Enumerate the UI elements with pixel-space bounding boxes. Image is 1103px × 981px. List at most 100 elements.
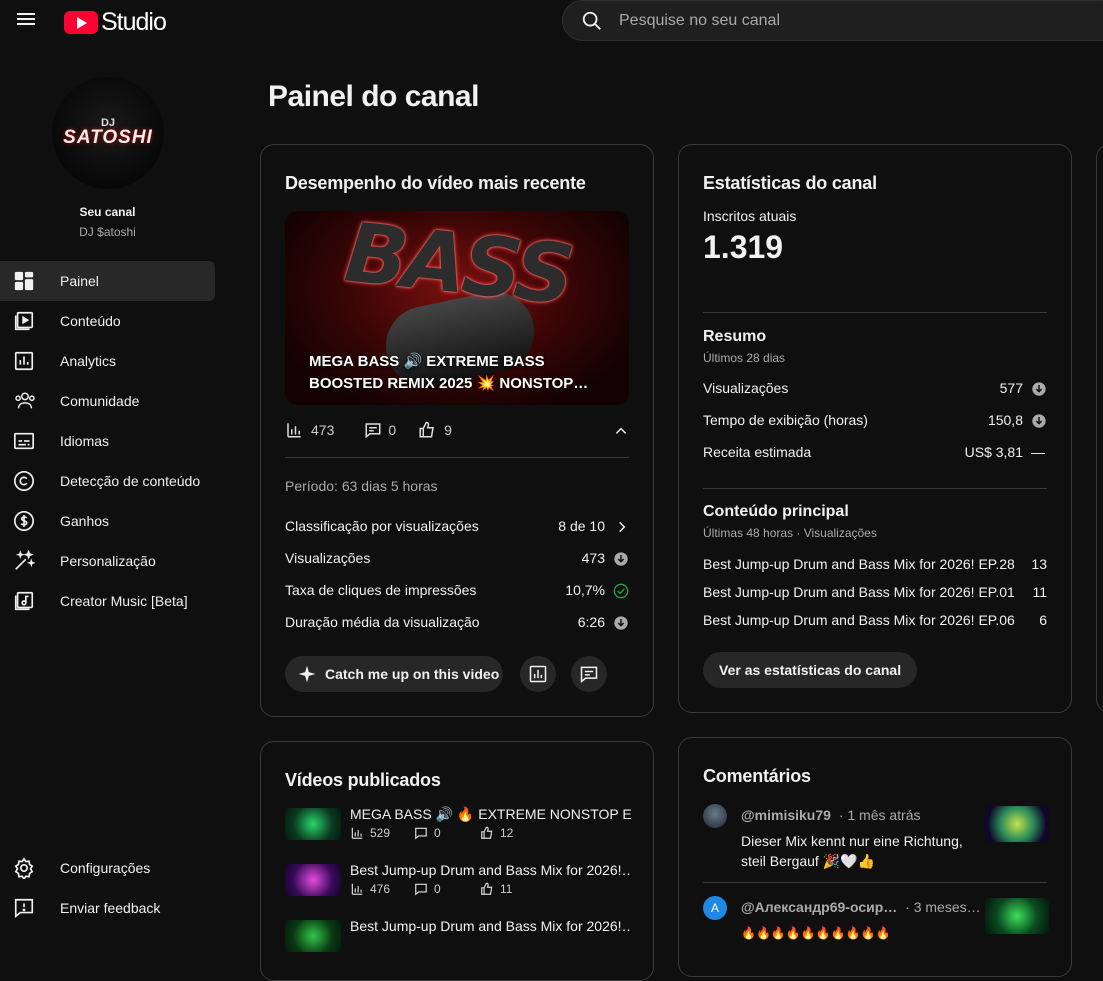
sidebar-item-label: Idiomas — [60, 433, 110, 449]
sidebar-item-label: Comunidade — [60, 393, 140, 409]
sidebar: DJ SATOSHI Seu canal DJ $atoshi Painel C… — [0, 42, 230, 940]
hamburger-menu-icon[interactable] — [14, 10, 38, 32]
catch-up-button[interactable]: Catch me up on this video — [285, 656, 503, 692]
published-video-item[interactable]: Best Jump-up Drum and Bass Mix for 2026!… — [285, 862, 631, 902]
sidebar-item-creator-music[interactable]: Creator Music [Beta] — [0, 581, 215, 621]
sidebar-item-content-detection[interactable]: Detecção de conteúdo — [0, 461, 215, 501]
thumbs-up-icon — [481, 882, 493, 895]
comments-shortcut-button[interactable] — [571, 656, 607, 692]
analytics-icon — [14, 351, 34, 371]
summary-row: Tempo de exibição (horas) 150,8 — [703, 412, 1047, 428]
feedback-icon — [14, 898, 34, 918]
sidebar-item-content[interactable]: Conteúdo — [0, 301, 215, 341]
comments-count: 0 — [388, 422, 397, 438]
sidebar-item-label: Personalização — [60, 553, 156, 569]
top-content-row[interactable]: Best Jump-up Drum and Bass Mix for 2026!… — [703, 584, 1047, 600]
sparkle-icon — [298, 665, 316, 683]
chevron-up-icon[interactable] — [613, 424, 629, 438]
comment-text: Dieser Mix kennt nur eine Richtung, stei… — [741, 833, 963, 869]
comment-time: · 3 meses… — [905, 899, 981, 915]
summary-row: Receita estimada US$ 3,81 — — [703, 444, 1047, 460]
channel-stats-card: Estatísticas do canal Inscritos atuais 1… — [678, 144, 1072, 713]
divider — [703, 882, 1047, 883]
summary-label: Tempo de exibição (horas) — [703, 412, 868, 428]
video-stats: 476 0 11 — [350, 882, 512, 896]
channel-avatar[interactable]: DJ SATOSHI — [52, 77, 164, 189]
trend-dash: — — [1031, 444, 1045, 460]
search-input[interactable] — [619, 11, 1019, 30]
metric-row[interactable]: Classificação por visualizações 8 de 10 — [285, 518, 629, 534]
sidebar-item-settings[interactable]: Configurações — [0, 848, 215, 888]
top-content-row[interactable]: Best Jump-up Drum and Bass Mix for 2026!… — [703, 612, 1047, 628]
metric-label: Duração média da visualização — [285, 614, 480, 630]
metric-label: Visualizações — [285, 550, 371, 566]
sidebar-item-label: Enviar feedback — [60, 900, 161, 916]
video-thumbnail[interactable]: BASS MEGA BASS 🔊 EXTREME BASS BOOSTED RE… — [285, 211, 629, 405]
sidebar-item-dashboard[interactable]: Painel — [0, 261, 215, 301]
comment-item[interactable]: A @Александр69-осир… · 3 meses… 🔥🔥🔥🔥🔥🔥🔥🔥… — [703, 896, 1049, 966]
divider — [703, 488, 1047, 489]
top-content-row[interactable]: Best Jump-up Drum and Bass Mix for 2026!… — [703, 556, 1047, 572]
youtube-play-icon — [64, 11, 98, 34]
youtube-studio-logo[interactable]: Studio — [64, 8, 167, 37]
sidebar-item-earn[interactable]: Ganhos — [0, 501, 215, 541]
comment-text: 🔥🔥🔥🔥🔥🔥🔥🔥🔥🔥 — [741, 926, 891, 940]
top-content-title: Conteúdo principal — [703, 503, 849, 520]
community-icon — [15, 392, 35, 409]
sidebar-item-community[interactable]: Comunidade — [0, 381, 215, 421]
analytics-icon — [529, 665, 547, 683]
comments-card: Comentários @mimisiku79 · 1 mês atrás Di… — [678, 737, 1072, 977]
divider — [285, 457, 629, 458]
copyright-icon — [14, 471, 34, 491]
comment-icon — [365, 423, 381, 439]
check-circle-icon — [613, 583, 629, 599]
metric-label: Taxa de cliques de impressões — [285, 582, 477, 598]
subscribers-count: 1.319 — [703, 229, 784, 265]
video-thumbnail — [285, 920, 341, 952]
analytics-shortcut-button[interactable] — [520, 656, 556, 692]
trend-down-icon — [1032, 414, 1046, 428]
published-videos-card: Vídeos publicados MEGA BASS 🔊 🔥 EXTREME … — [260, 741, 654, 981]
thumbs-up-icon — [481, 826, 493, 839]
video-title: MEGA BASS 🔊 🔥 EXTREME NONSTOP E… — [350, 806, 631, 822]
comment-header: @mimisiku79 · 1 mês atrás — [741, 807, 921, 823]
trend-down-icon — [1032, 382, 1046, 396]
sidebar-item-customization[interactable]: Personalização — [0, 541, 215, 581]
search-icon — [582, 11, 601, 30]
comment-item[interactable]: @mimisiku79 · 1 mês atrás Dieser Mix ken… — [703, 804, 1049, 874]
summary-value: 577 — [999, 380, 1023, 396]
published-video-item[interactable]: MEGA BASS 🔊 🔥 EXTREME NONSTOP E… 529 0 1… — [285, 806, 631, 846]
video-quick-stats: 473 0 9 — [285, 421, 452, 439]
comment-author: @Александр69-осир… — [741, 899, 898, 915]
latest-video-card: Desempenho do vídeo mais recente BASS ME… — [260, 144, 654, 717]
top-content-period: Últimas 48 horas · Visualizações — [703, 526, 877, 540]
video-title: MEGA BASS 🔊 EXTREME BASS BOOSTED REMIX 2… — [309, 353, 589, 392]
summary-period: Últimos 28 dias — [703, 351, 786, 365]
sidebar-item-languages[interactable]: Idiomas — [0, 421, 215, 461]
sidebar-item-label: Painel — [60, 273, 99, 289]
view-channel-analytics-button[interactable]: Ver as estatísticas do canal — [703, 652, 918, 688]
subtitles-icon — [14, 432, 34, 450]
search-bar[interactable] — [562, 0, 1103, 41]
customize-icon — [15, 550, 35, 570]
divider — [703, 312, 1047, 313]
card-heading: Vídeos publicados — [285, 770, 441, 790]
video-thumbnail — [285, 808, 341, 840]
card-heading: Estatísticas do canal — [703, 173, 877, 193]
trend-down-icon — [614, 552, 628, 566]
card-heading: Desempenho do vídeo mais recente — [285, 173, 586, 193]
views-count: 473 — [311, 422, 335, 438]
dashboard-icon — [14, 271, 34, 291]
metric-row: Taxa de cliques de impressões 10,7% — [285, 582, 629, 599]
published-video-item[interactable]: Best Jump-up Drum and Bass Mix for 2026!… — [285, 918, 631, 958]
avatar — [703, 804, 727, 828]
views-bar-icon — [351, 883, 363, 895]
top-content-value: 6 — [1039, 612, 1047, 628]
comment-icon — [415, 827, 427, 840]
content-icon — [14, 311, 34, 331]
top-bar: Studio — [0, 0, 1103, 42]
metric-label: Classificação por visualizações — [285, 518, 479, 534]
sidebar-item-feedback[interactable]: Enviar feedback — [0, 888, 215, 928]
sidebar-item-analytics[interactable]: Analytics — [0, 341, 215, 381]
sidebar-item-label: Creator Music [Beta] — [60, 593, 188, 609]
